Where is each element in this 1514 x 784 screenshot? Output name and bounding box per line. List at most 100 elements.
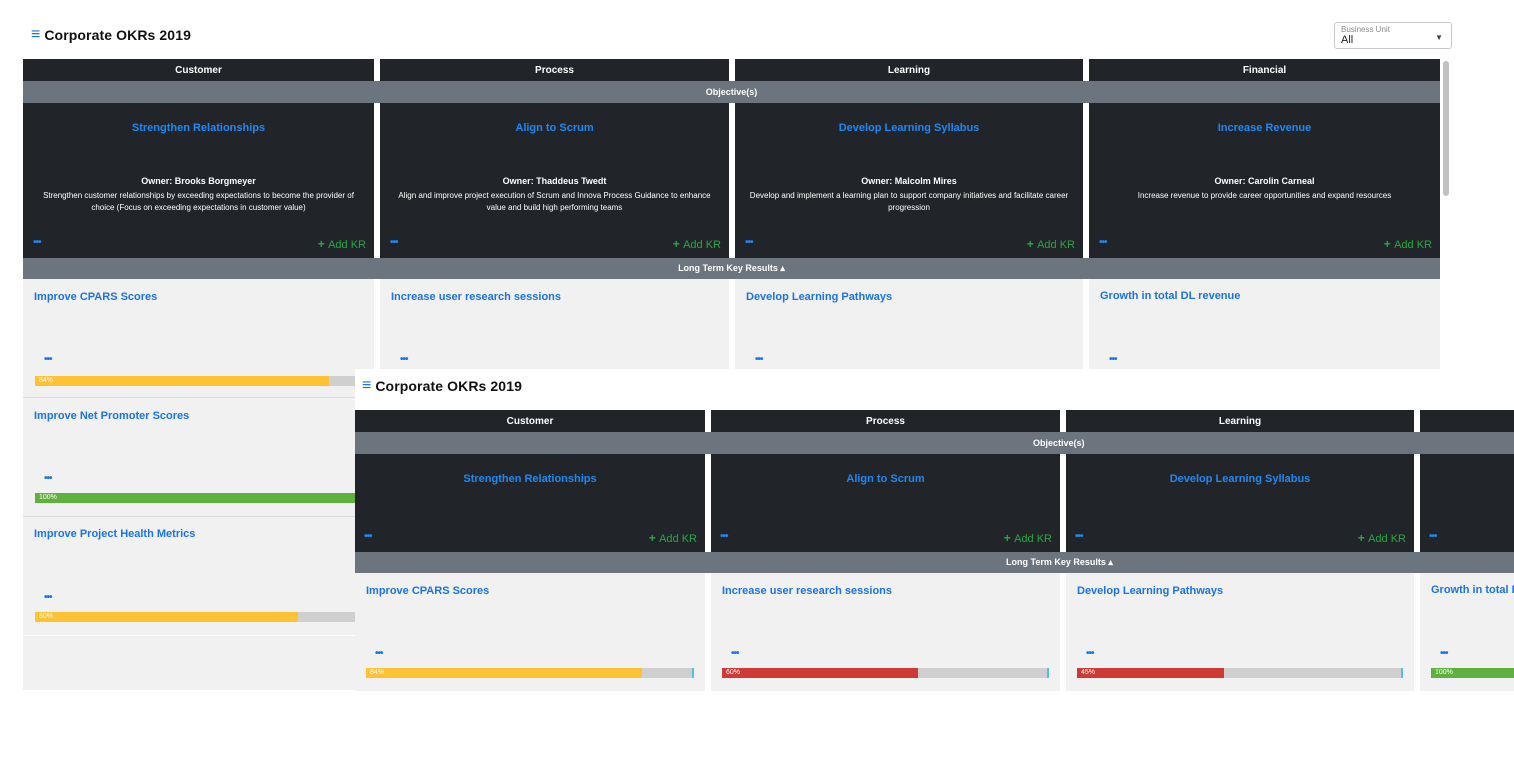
objective-title[interactable]: Strengthen Relationships	[23, 122, 374, 134]
target-marker	[1047, 668, 1049, 678]
objective-title[interactable]: Increase Revenue	[1089, 122, 1440, 134]
plus-icon: +	[648, 531, 660, 545]
objective-card: Align to Scrum ••• + Add KR	[711, 454, 1060, 552]
key-result-title[interactable]: Increase user research sessions	[722, 585, 892, 597]
more-options-icon[interactable]: •••	[755, 354, 763, 365]
objective-card: •••	[1420, 454, 1514, 552]
plus-icon: +	[672, 237, 684, 251]
more-options-icon[interactable]: •••	[364, 531, 372, 542]
key-result-card: Increase user research sessions •••	[380, 279, 729, 369]
more-options-icon[interactable]: •••	[720, 531, 728, 542]
key-result-card: Increase user research sessions ••• 60%	[711, 573, 1060, 691]
target-marker	[692, 668, 694, 678]
key-result-card: Growth in total DL revenue •••	[1089, 279, 1440, 369]
business-unit-label: Business Unit	[1341, 25, 1390, 34]
caret-down-icon: ▼	[1435, 33, 1443, 42]
key-result-card-empty	[23, 636, 355, 690]
key-result-title[interactable]: Improve CPARS Scores	[366, 585, 489, 597]
add-kr-button[interactable]: + Add KR	[649, 531, 697, 545]
more-options-icon[interactable]: •••	[390, 237, 398, 248]
more-options-icon[interactable]: •••	[33, 237, 41, 248]
add-kr-label: Add KR	[1368, 533, 1406, 545]
more-options-icon[interactable]: •••	[44, 592, 52, 603]
add-kr-label: Add KR	[1037, 239, 1075, 251]
progress-fill	[1077, 668, 1224, 678]
plus-icon: +	[1003, 531, 1015, 545]
objective-card: Align to Scrum Owner: Thaddeus Twedt Ali…	[380, 103, 729, 258]
key-result-card: Develop Learning Pathways •••	[735, 279, 1083, 369]
objective-card: Strengthen Relationships ••• + Add KR	[355, 454, 705, 552]
more-options-icon[interactable]: •••	[731, 648, 739, 659]
add-kr-button[interactable]: + Add KR	[318, 237, 366, 251]
progress-label: 45%	[1081, 669, 1096, 676]
more-options-icon[interactable]: •••	[400, 354, 408, 365]
progress-bar: 80%	[35, 612, 385, 622]
progress-label: 60%	[726, 669, 741, 676]
progress-fill	[366, 668, 642, 678]
key-result-title[interactable]: Improve Project Health Metrics	[34, 528, 195, 540]
more-options-icon[interactable]: •••	[1429, 531, 1437, 542]
objective-description: Strengthen customer relationships by exc…	[43, 191, 354, 212]
add-kr-button[interactable]: + Add KR	[673, 237, 721, 251]
key-result-title[interactable]: Improve CPARS Scores	[34, 291, 157, 303]
front-window: ≡ Corporate OKRs 2019 Customer Process L…	[355, 369, 1514, 702]
add-kr-button[interactable]: + Add KR	[1004, 531, 1052, 545]
column-header-customer: Customer	[23, 59, 374, 81]
objective-owner: Owner: Thaddeus Twedt	[502, 176, 607, 186]
objective-title[interactable]: Align to Scrum	[711, 473, 1060, 485]
plus-icon: +	[1026, 237, 1038, 251]
progress-fill	[35, 376, 329, 386]
plus-icon: +	[1357, 531, 1369, 545]
progress-bar: 45%	[1077, 668, 1403, 678]
more-options-icon[interactable]: •••	[1075, 531, 1083, 542]
column-header-financial	[1420, 410, 1514, 432]
objective-card: Develop Learning Syllabus ••• + Add KR	[1066, 454, 1414, 552]
add-kr-button[interactable]: + Add KR	[1358, 531, 1406, 545]
long-term-key-results-band[interactable]: Long Term Key Results ▴	[23, 258, 1440, 279]
progress-fill	[722, 668, 919, 678]
progress-label: 84%	[39, 377, 54, 384]
hamburger-menu-icon[interactable]: ≡	[362, 378, 371, 394]
progress-bar: 84%	[366, 668, 694, 678]
more-options-icon[interactable]: •••	[375, 648, 383, 659]
key-result-card: Develop Learning Pathways ••• 45%	[1066, 573, 1414, 691]
progress-fill	[35, 493, 385, 503]
front-header: ≡ Corporate OKRs 2019	[362, 378, 522, 395]
add-kr-label: Add KR	[1394, 239, 1432, 251]
more-options-icon[interactable]: •••	[1440, 648, 1448, 659]
objectives-band: Objective(s)	[355, 432, 1514, 454]
vertical-scrollbar[interactable]	[1443, 61, 1449, 196]
objective-title[interactable]: Develop Learning Syllabus	[1066, 473, 1414, 485]
more-options-icon[interactable]: •••	[44, 354, 52, 365]
column-header-customer: Customer	[355, 410, 705, 432]
back-header: ≡ Corporate OKRs 2019	[31, 27, 191, 44]
business-unit-select[interactable]: Business Unit All ▼	[1334, 22, 1452, 49]
progress-bar: 100%	[35, 493, 385, 503]
column-header-process: Process	[380, 59, 729, 81]
long-term-key-results-band[interactable]: Long Term Key Results ▴	[355, 552, 1514, 573]
column-header-financial: Financial	[1089, 59, 1440, 81]
target-marker	[1401, 668, 1403, 678]
more-options-icon[interactable]: •••	[745, 237, 753, 248]
more-options-icon[interactable]: •••	[44, 473, 52, 484]
hamburger-menu-icon[interactable]: ≡	[31, 27, 40, 43]
progress-bar: 100%	[1431, 668, 1514, 678]
more-options-icon[interactable]: •••	[1109, 354, 1117, 365]
more-options-icon[interactable]: •••	[1086, 648, 1094, 659]
more-options-icon[interactable]: •••	[1099, 237, 1107, 248]
key-result-title[interactable]: Growth in total DL revenue	[1431, 584, 1514, 596]
objective-owner: Owner: Carolin Carneal	[1214, 176, 1315, 186]
key-result-title[interactable]: Increase user research sessions	[391, 291, 561, 303]
key-result-title[interactable]: Growth in total DL revenue	[1100, 290, 1240, 302]
add-kr-button[interactable]: + Add KR	[1027, 237, 1075, 251]
progress-label: 84%	[370, 669, 385, 676]
objective-description: Align and improve project execution of S…	[398, 191, 711, 212]
key-result-title[interactable]: Develop Learning Pathways	[746, 291, 892, 303]
key-result-title[interactable]: Develop Learning Pathways	[1077, 585, 1223, 597]
key-result-title[interactable]: Improve Net Promoter Scores	[34, 410, 189, 422]
objective-title[interactable]: Strengthen Relationships	[355, 473, 705, 485]
add-kr-button[interactable]: + Add KR	[1384, 237, 1432, 251]
objective-title[interactable]: Develop Learning Syllabus	[735, 122, 1083, 134]
objective-card: Strengthen Relationships Owner: Brooks B…	[23, 103, 374, 258]
objective-title[interactable]: Align to Scrum	[380, 122, 729, 134]
